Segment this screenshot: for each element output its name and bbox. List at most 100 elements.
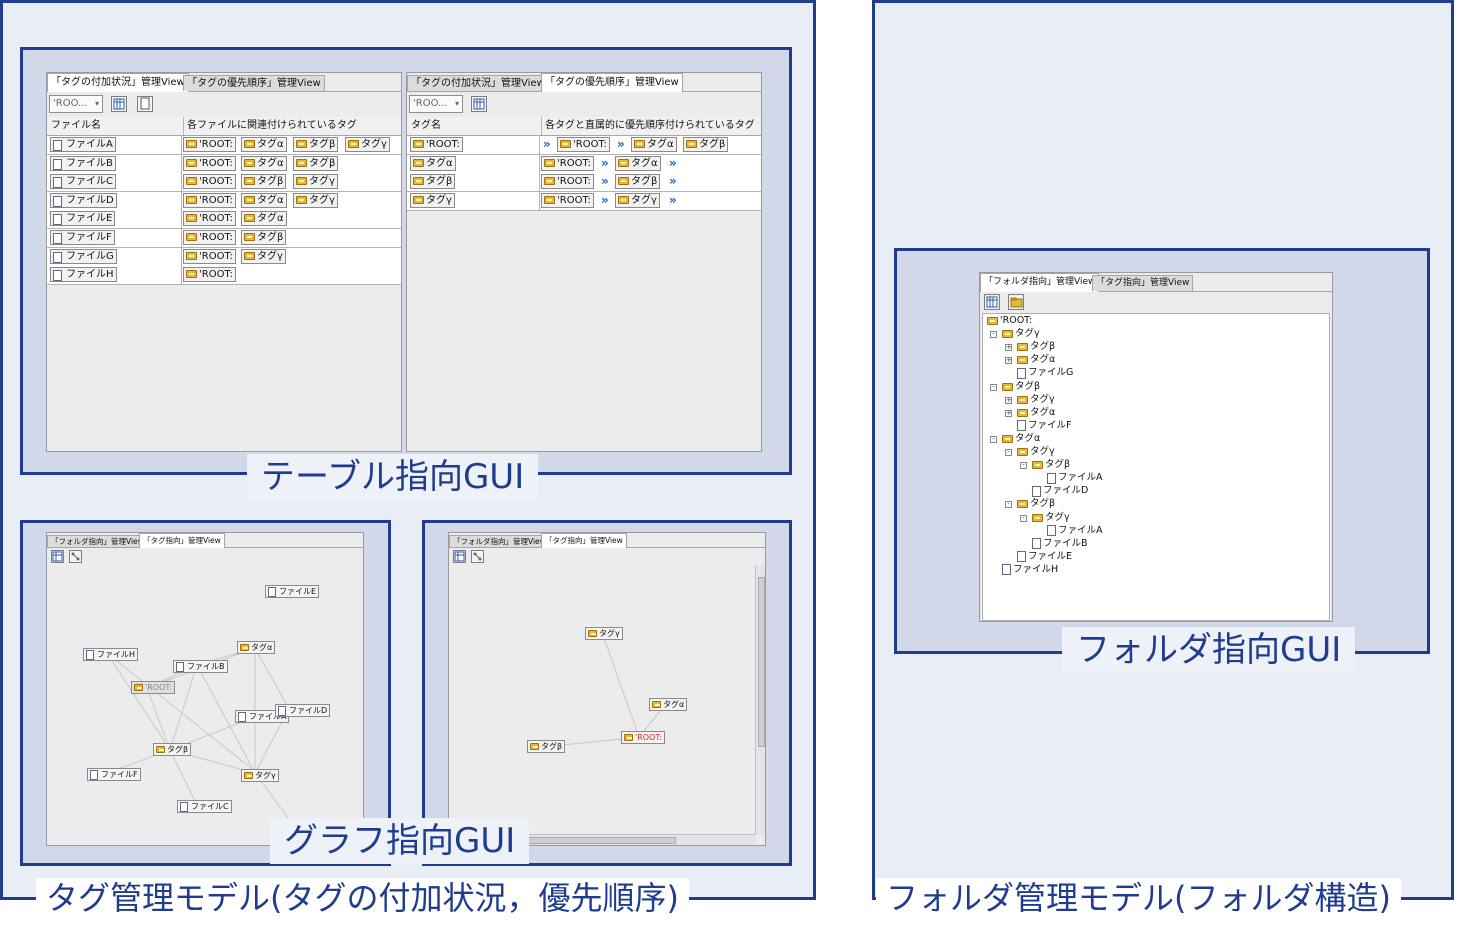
tree-item[interactable]: ファイルD <box>1032 485 1088 498</box>
tree-item[interactable]: - タグγ <box>1005 446 1055 459</box>
tag-chip[interactable]: タグγ <box>345 137 390 152</box>
graph-node[interactable]: タグγ <box>585 627 623 640</box>
column-header-file[interactable]: ファイル名 <box>51 117 101 135</box>
graph-node[interactable]: ファイルF <box>87 768 141 781</box>
tag-chip[interactable]: タグβ <box>615 174 661 190</box>
tag-chip[interactable]: タグβ <box>293 137 339 152</box>
graph-node[interactable]: タグα <box>649 698 688 711</box>
tab-tag-priority[interactable]: 「タグの優先順序」管理View <box>183 75 325 91</box>
collapse-icon[interactable]: - <box>1020 462 1027 470</box>
tag-chip[interactable]: タグγ <box>615 192 660 208</box>
graph-node[interactable]: タグβ <box>527 740 566 753</box>
tag-chip[interactable]: 'ROOT: <box>183 211 236 227</box>
tag-chip[interactable]: 'ROOT: <box>541 174 594 190</box>
tree-item[interactable]: + タグα <box>1005 407 1055 420</box>
table-view-button[interactable] <box>471 96 487 112</box>
table-row[interactable]: ファイルH 'ROOT: <box>47 266 401 286</box>
graph-node[interactable]: ファイルB <box>173 660 228 673</box>
tree-item[interactable]: - タグβ <box>990 381 1040 394</box>
tag-chip[interactable]: 'ROOT: <box>183 174 236 190</box>
collapse-icon[interactable]: - <box>1020 514 1027 522</box>
tree-item[interactable]: + タグα <box>1005 354 1055 367</box>
tag-chip[interactable]: タグγ <box>410 192 455 208</box>
file-chip[interactable]: ファイルH <box>50 267 117 283</box>
tree-item[interactable]: ファイルA <box>1047 525 1103 538</box>
tag-chip[interactable]: 'ROOT: <box>541 155 594 171</box>
tree-item[interactable]: - タグα <box>990 433 1040 446</box>
table-row[interactable]: ファイルC 'ROOT: タグβ タグγ <box>47 173 401 193</box>
expand-icon[interactable]: + <box>1005 357 1012 365</box>
table-row[interactable]: 'ROOT: » 'ROOT: » タグα タグβ <box>407 136 761 155</box>
tree-item[interactable]: ファイルE <box>1017 551 1072 564</box>
table-view-button[interactable] <box>111 96 127 112</box>
tag-chip[interactable]: タグβ <box>293 155 339 171</box>
tab-tag[interactable]: 「タグ指向」管理View <box>1092 275 1194 291</box>
new-file-button[interactable] <box>137 96 153 112</box>
tag-chip[interactable]: タグα <box>241 211 287 227</box>
graph-node[interactable]: ファイルD <box>275 704 331 717</box>
tree-item[interactable]: + タグγ <box>1005 394 1055 407</box>
tag-chip[interactable]: タグβ <box>241 174 287 190</box>
expand-icon[interactable]: + <box>1005 396 1012 404</box>
column-header-tags[interactable]: 各ファイルに関連付けられているタグ <box>183 117 357 135</box>
graph-node[interactable]: タグβ <box>153 743 192 756</box>
tag-chip[interactable]: 'ROOT: <box>541 192 594 208</box>
column-header-priority[interactable]: 各タグと直属的に優先順序付けられているタグ <box>541 117 755 135</box>
tag-chip[interactable]: タグβ <box>410 174 456 190</box>
expand-icon[interactable]: + <box>1005 409 1012 417</box>
graph-node[interactable]: 'ROOT: <box>621 731 666 744</box>
tag-chip[interactable]: タグα <box>631 137 677 152</box>
graph-node[interactable]: ファイルH <box>83 648 139 661</box>
file-chip[interactable]: ファイルF <box>50 230 115 245</box>
vertical-scrollbar[interactable] <box>755 565 765 835</box>
tree-item[interactable]: + タグβ <box>1005 341 1055 354</box>
table-row[interactable]: ファイルE 'ROOT: タグα <box>47 210 401 230</box>
collapse-icon[interactable]: - <box>1005 449 1012 456</box>
collapse-icon[interactable]: - <box>990 331 997 339</box>
collapse-icon[interactable]: - <box>1005 501 1012 509</box>
graph-node[interactable]: ファイルC <box>177 800 232 813</box>
tag-chip[interactable]: 'ROOT: <box>183 192 236 208</box>
scrollbar-thumb[interactable] <box>758 577 765 747</box>
table-row[interactable]: ファイルF 'ROOT: タグβ <box>47 229 401 248</box>
root-combo[interactable]: 'ROO... ▾ <box>409 95 463 113</box>
tree-item[interactable]: ファイルA <box>1047 472 1103 485</box>
tree-item[interactable]: ファイルG <box>1017 367 1073 380</box>
table-row[interactable]: ファイルA 'ROOT: タグα タグβ タグγ <box>47 136 401 155</box>
tab-folder[interactable]: 「フォルダ指向」管理View <box>980 273 1100 292</box>
tag-chip[interactable]: タグα <box>241 155 287 171</box>
tree-item[interactable]: ファイルF <box>1017 420 1071 433</box>
table-row[interactable]: ファイルB 'ROOT: タグα タグβ <box>47 154 401 174</box>
tag-chip[interactable]: タグβ <box>241 230 287 245</box>
table-row[interactable]: タグα 'ROOT: » タグα » <box>407 154 761 174</box>
tag-chip[interactable]: タグγ <box>293 192 338 208</box>
graph-node[interactable]: タグα <box>237 641 276 654</box>
tag-chip[interactable]: タグα <box>241 192 287 208</box>
open-folder-button[interactable] <box>1008 294 1024 310</box>
graph-node[interactable]: 'ROOT: <box>131 681 176 694</box>
tag-chip[interactable]: タグα <box>410 155 456 171</box>
file-chip[interactable]: ファイルB <box>50 155 116 171</box>
file-chip[interactable]: ファイルC <box>50 174 116 190</box>
tag-chip[interactable]: タグα <box>241 137 287 152</box>
collapse-icon[interactable]: - <box>990 435 997 443</box>
tab-tag-status[interactable]: 「タグの付加状況」管理View <box>47 73 189 92</box>
tree-item[interactable]: ファイルH <box>1002 564 1058 577</box>
table-row[interactable]: タグβ 'ROOT: » タグβ » <box>407 173 761 193</box>
column-header-tag[interactable]: タグ名 <box>411 117 441 135</box>
tab-tag-priority[interactable]: 「タグの優先順序」管理View <box>541 73 683 92</box>
tree-item[interactable]: - タグγ <box>1020 512 1070 525</box>
tag-chip[interactable]: 'ROOT: <box>183 137 236 152</box>
file-chip[interactable]: ファイルA <box>50 137 116 152</box>
tree-item[interactable]: - タグβ <box>1020 459 1070 472</box>
root-combo[interactable]: 'ROO... ▾ <box>49 95 103 113</box>
tag-chip[interactable]: タグβ <box>683 137 729 152</box>
tag-chip[interactable]: タグγ <box>293 174 338 190</box>
tag-chip[interactable]: 'ROOT: <box>557 137 610 152</box>
table-row[interactable]: ファイルG 'ROOT: タグγ <box>47 247 401 267</box>
file-chip[interactable]: ファイルD <box>50 192 117 208</box>
collapse-icon[interactable]: - <box>990 383 997 391</box>
table-row[interactable]: タグγ 'ROOT: » タグγ » <box>407 191 761 211</box>
tag-chip[interactable]: 'ROOT: <box>183 230 236 245</box>
tree-item[interactable]: ファイルB <box>1032 538 1088 551</box>
